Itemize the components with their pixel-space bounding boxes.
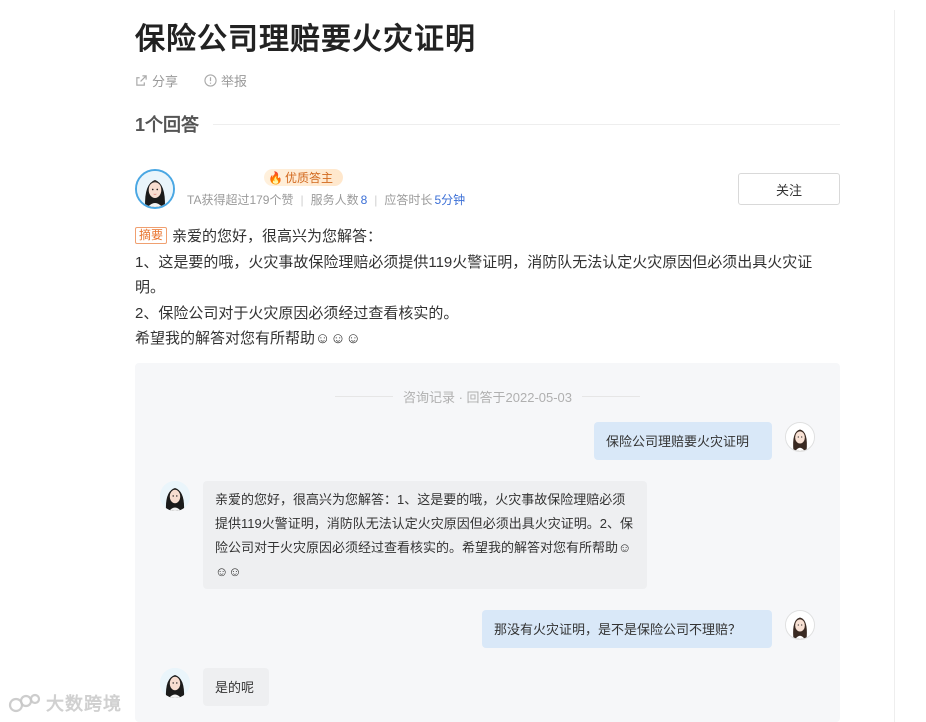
answer-line: 2、保险公司对于火灾原因必须经过查看核实的。 (135, 304, 459, 322)
served-value: 8 (360, 192, 368, 207)
answers-count: 1个回答 (135, 115, 200, 135)
page-title: 保险公司理赔要火灾证明 (135, 23, 476, 56)
share-label: 分享 (152, 74, 179, 89)
record-header: 咨询记录 · 回答于2022-05-03 (335, 387, 640, 406)
served-label: 服务人数 (310, 193, 359, 207)
follow-button[interactable]: 关注 (738, 173, 840, 205)
report-button[interactable]: 举报 (204, 71, 247, 90)
share-icon (136, 75, 147, 86)
user-avatar (785, 610, 815, 640)
author-avatar[interactable] (135, 169, 175, 209)
summary-tag: 摘要 (135, 227, 168, 244)
answerer-avatar (160, 668, 190, 698)
chat-message-answerer: 亲爱的您好，很高兴为您解答：1、这是要的哦，火灾事故保险理赔必须提供119火警证… (203, 481, 647, 589)
badge-label: 优质答主 (284, 171, 333, 185)
response-label: 应答时长 (384, 193, 433, 207)
stat-separator: | (374, 192, 378, 207)
warning-icon (204, 74, 217, 87)
divider (335, 396, 393, 397)
answer-line: 摘要 亲爱的您好，很高兴为您解答： (135, 224, 835, 250)
question-actions: 分享 举报 (135, 71, 247, 90)
watermark-text: 大数跨境 (46, 694, 122, 714)
answer-body: 摘要 亲爱的您好，很高兴为您解答： 1、这是要的哦，火灾事故保险理赔必须提供119… (135, 224, 835, 352)
watermark: 大数跨境 (8, 690, 122, 716)
answer-line: 1、这是要的哦，火灾事故保险理赔必须提供119火警证明，消防队无法认定火灾原因但… (135, 253, 813, 297)
chat-message-answerer: 是的呢 (203, 668, 269, 706)
user-avatar (785, 422, 815, 452)
answers-header: 1个回答 (135, 111, 840, 137)
answerer-avatar (160, 481, 190, 511)
author-stats: TA获得超过179个赞 | 服务人数 8 | 应答时长 5分钟 (187, 191, 465, 208)
watermark-logo-icon (8, 693, 41, 713)
quality-answerer-badge: 🔥 优质答主 (264, 169, 343, 186)
chat-message-user: 那没有火灾证明，是不是保险公司不理赔？ (482, 610, 772, 648)
page-divider (894, 10, 895, 722)
record-header-label: 咨询记录 · 回答于2022-05-03 (402, 390, 573, 405)
share-button[interactable]: 分享 (135, 71, 178, 90)
stat-separator: | (300, 192, 304, 207)
consultation-record: 咨询记录 · 回答于2022-05-03 保险公司理赔要火灾证明 亲爱的您好，很… (135, 363, 840, 722)
divider (582, 396, 640, 397)
answer-line: 希望我的解答对您有所帮助☺☺☺ (135, 330, 361, 347)
divider (213, 123, 840, 125)
flame-icon: 🔥 (268, 170, 283, 185)
likes-stat: TA获得超过179个赞 (187, 193, 294, 207)
response-value: 5分钟 (434, 193, 466, 207)
chat-message-user: 保险公司理赔要火灾证明 (594, 422, 772, 460)
report-label: 举报 (221, 74, 248, 89)
